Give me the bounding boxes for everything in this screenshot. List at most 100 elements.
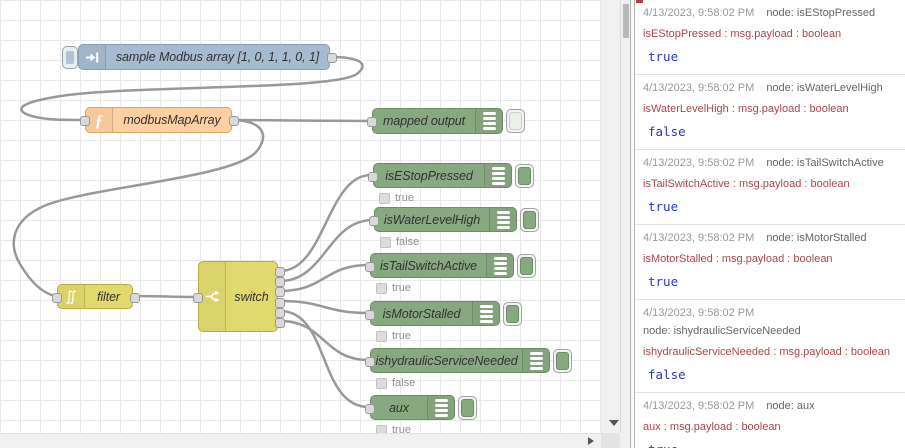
- wire[interactable]: [279, 309, 370, 409]
- node-port[interactable]: [365, 403, 375, 414]
- status-text: true: [395, 192, 414, 204]
- node-port[interactable]: [229, 116, 239, 126]
- node-label: switch: [234, 289, 269, 304]
- debug-property[interactable]: aux : msg.payload : boolean: [643, 421, 897, 434]
- scroll-right-icon[interactable]: [588, 437, 594, 445]
- debug-property[interactable]: ishydraulicServiceNeeded : msg.payload :…: [643, 346, 897, 359]
- node-port[interactable]: [193, 292, 203, 303]
- flow-node-mapped-output[interactable]: mapped output: [367, 108, 525, 134]
- debug-property[interactable]: isEStopPressed : msg.payload : boolean: [643, 28, 897, 41]
- scroll-down-icon[interactable]: [609, 420, 619, 426]
- inject-button[interactable]: [62, 46, 78, 69]
- filter-icon: ∬: [58, 285, 85, 308]
- inject-arrow-icon: [79, 45, 106, 69]
- flow-node-filter[interactable]: ∬ filter: [52, 284, 140, 309]
- flow-node-isMotorStalled[interactable]: isMotorStalled true: [365, 301, 522, 342]
- node-status: false: [380, 236, 419, 248]
- flow-node-isTailSwitchActive[interactable]: isTailSwitchActive true: [365, 253, 536, 294]
- flow-node-aux[interactable]: aux true: [365, 395, 477, 436]
- node-port[interactable]: [275, 277, 285, 288]
- debug-node-name: node: isTailSwitchActive: [766, 157, 884, 169]
- flow-node-isEStopPressed[interactable]: isEStopPressed true: [368, 163, 534, 204]
- status-square-icon: [376, 330, 387, 342]
- node-port[interactable]: [369, 215, 379, 226]
- debug-value[interactable]: true: [648, 49, 897, 64]
- node-port[interactable]: [368, 171, 378, 182]
- node-label: isWaterLevelHigh: [383, 212, 481, 227]
- node-label: isEStopPressed: [385, 168, 473, 183]
- flow-node-switch[interactable]: switch: [193, 261, 285, 332]
- wire[interactable]: [279, 263, 370, 293]
- debug-node-name: node: aux: [766, 400, 815, 412]
- wire[interactable]: [279, 319, 370, 362]
- debug-property[interactable]: isTailSwitchActive : msg.payload : boole…: [643, 178, 897, 191]
- debug-property[interactable]: isWaterLevelHigh : msg.payload : boolean: [643, 103, 897, 116]
- flow-node-isWaterLevelHigh[interactable]: isWaterLevelHigh false: [369, 207, 539, 248]
- debug-value[interactable]: false: [648, 124, 897, 139]
- node-port[interactable]: [327, 53, 337, 63]
- debug-node-name: node: ishydraulicServiceNeeded: [643, 325, 801, 337]
- debug-message: 4/13/2023, 9:58:02 PM node: isMotorStalle…: [635, 225, 905, 300]
- node-port[interactable]: [275, 297, 285, 308]
- debug-value[interactable]: true: [648, 199, 897, 214]
- node-port[interactable]: [80, 116, 90, 126]
- horizontal-scrollbar[interactable]: [0, 433, 601, 448]
- wire[interactable]: [279, 173, 372, 273]
- node-port[interactable]: [275, 267, 285, 278]
- new-message-marker: [636, 0, 643, 3]
- node-label: isMotorStalled: [382, 306, 461, 321]
- node-label: modbusMapArray: [123, 113, 221, 127]
- debug-timestamp: 4/13/2023, 9:58:02 PM: [643, 307, 755, 319]
- debug-value[interactable]: true: [648, 442, 897, 448]
- flow-node-ishydraulicServiceNeeded[interactable]: ishydraulicServiceNeeded false: [365, 348, 572, 389]
- wire[interactable]: [232, 118, 372, 123]
- debug-message-header: 4/13/2023, 9:58:02 PM node: ishydraulicSe…: [643, 306, 897, 338]
- debug-property[interactable]: isMotorStalled : msg.payload : boolean: [643, 253, 897, 266]
- node-port[interactable]: [130, 292, 140, 303]
- node-port[interactable]: [365, 309, 375, 320]
- debug-list-icon: [472, 302, 499, 325]
- debug-node-name: node: isWaterLevelHigh: [766, 82, 883, 94]
- debug-node-name: node: isMotorStalled: [766, 232, 867, 244]
- status-text: true: [392, 330, 411, 342]
- wire[interactable]: [134, 294, 194, 299]
- status-square-icon: [380, 236, 391, 248]
- node-label: aux: [389, 400, 409, 415]
- debug-toggle-button[interactable]: [506, 109, 525, 133]
- debug-toggle-button[interactable]: [515, 164, 534, 188]
- flow-node-inject-sample-modbus[interactable]: sample Modbus array [1, 0, 1, 1, 0, 1]: [62, 44, 337, 70]
- debug-message-header: 4/13/2023, 9:58:02 PM node: isTailSwitchA…: [643, 156, 897, 170]
- node-port[interactable]: [275, 287, 285, 298]
- debug-toggle-button[interactable]: [458, 396, 477, 420]
- debug-value[interactable]: true: [648, 274, 897, 289]
- debug-value[interactable]: false: [648, 367, 897, 382]
- node-port[interactable]: [275, 317, 285, 328]
- debug-toggle-button[interactable]: [517, 254, 536, 278]
- debug-timestamp: 4/13/2023, 9:58:02 PM: [643, 400, 755, 412]
- flow-node-modbusMapArray[interactable]: ƒ modbusMapArray: [80, 107, 239, 133]
- canvas-right-gutter: [601, 0, 635, 448]
- debug-sidebar: 4/13/2023, 9:58:02 PM node: isEStopPresse…: [635, 0, 905, 448]
- wire[interactable]: [279, 218, 374, 283]
- vertical-scrollbar-thumb[interactable]: [623, 4, 629, 38]
- function-icon: ƒ: [86, 108, 113, 132]
- node-port[interactable]: [367, 117, 377, 127]
- debug-timestamp: 4/13/2023, 9:58:02 PM: [643, 82, 755, 94]
- status-square-icon: [376, 282, 387, 294]
- flow-canvas[interactable]: sample Modbus array [1, 0, 1, 1, 0, 1] ƒ m…: [0, 0, 601, 436]
- node-label: ishydraulicServiceNeeded: [375, 353, 518, 368]
- debug-node-name: node: isEStopPressed: [766, 7, 876, 19]
- debug-timestamp: 4/13/2023, 9:58:02 PM: [643, 157, 755, 169]
- debug-list-icon: [489, 208, 516, 231]
- node-port[interactable]: [365, 356, 375, 367]
- node-label: filter: [96, 289, 120, 304]
- debug-toggle-button[interactable]: [503, 302, 522, 326]
- wire[interactable]: [279, 299, 370, 315]
- node-port[interactable]: [52, 292, 62, 303]
- node-port[interactable]: [275, 307, 285, 318]
- debug-toggle-button[interactable]: [520, 208, 539, 232]
- node-status: true: [379, 192, 414, 204]
- debug-list-icon: [522, 349, 549, 372]
- node-port[interactable]: [365, 261, 375, 272]
- debug-toggle-button[interactable]: [553, 349, 572, 373]
